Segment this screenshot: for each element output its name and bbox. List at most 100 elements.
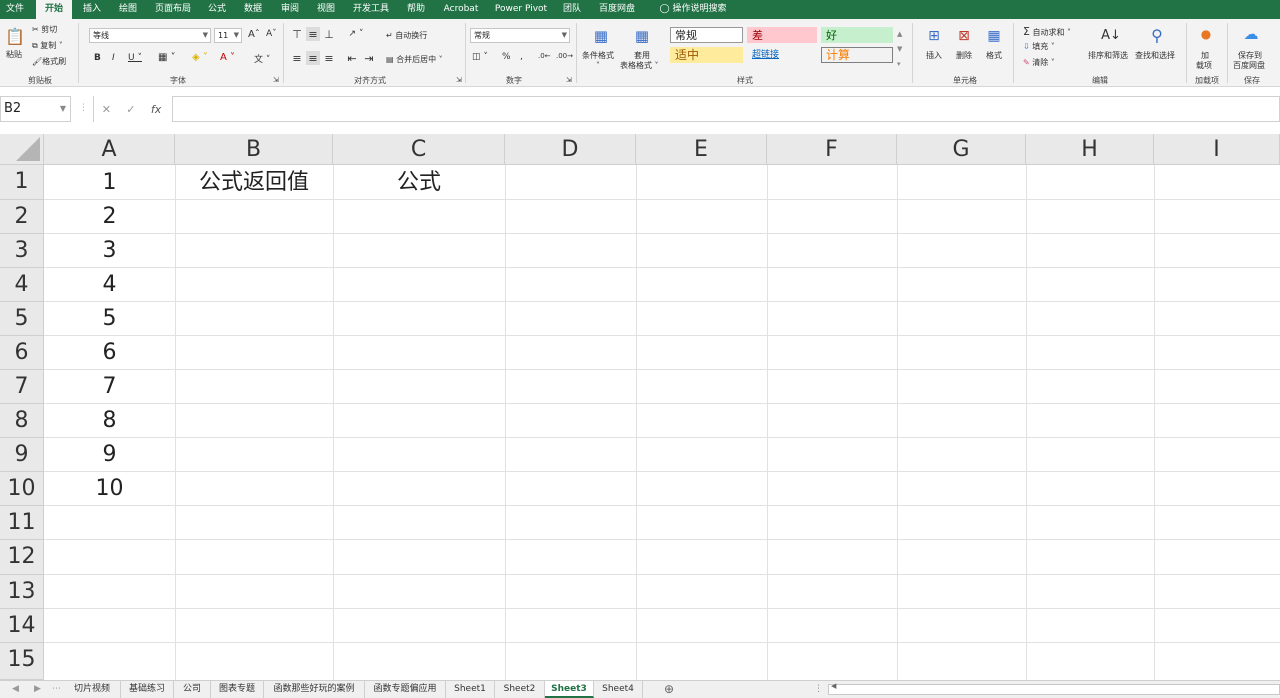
row-header-2[interactable]: 2: [0, 200, 44, 234]
comma-style-icon[interactable]: ,: [520, 52, 523, 62]
row-header-12[interactable]: 12: [0, 540, 44, 575]
increase-font-icon[interactable]: Aˆ: [248, 29, 260, 40]
column-header-h[interactable]: H: [1026, 134, 1154, 165]
enter-icon[interactable]: ✓: [126, 103, 135, 116]
row-header-7[interactable]: 7: [0, 370, 44, 404]
decrease-decimal-icon[interactable]: .00→: [556, 52, 573, 60]
sort-filter-button[interactable]: 排序和筛选: [1088, 50, 1128, 61]
name-box[interactable]: B2 ▼: [0, 96, 71, 122]
tab-developer[interactable]: 开发工具: [348, 0, 394, 19]
conditional-format-icon[interactable]: ▦: [590, 24, 612, 48]
dialog-launcher-icon[interactable]: ⇲: [566, 76, 572, 84]
row-header-9[interactable]: 9: [0, 438, 44, 472]
copy-button[interactable]: ⧉ 复制 ˅: [32, 40, 63, 51]
conditional-format-button[interactable]: 条件格式: [582, 50, 614, 61]
tab-page-layout[interactable]: 页面布局: [150, 0, 196, 19]
sheet-tab[interactable]: 函数那些好玩的案例: [264, 681, 365, 698]
style-normal[interactable]: 常规: [670, 27, 743, 43]
row-header-1[interactable]: 1: [0, 165, 44, 200]
formula-input[interactable]: [172, 96, 1280, 122]
row-header-10[interactable]: 10: [0, 472, 44, 506]
cell-c1[interactable]: 公式: [333, 166, 505, 200]
style-calculation[interactable]: 计算: [821, 47, 893, 63]
delete-cells-button[interactable]: 删除: [956, 50, 972, 61]
format-cells-icon[interactable]: ▦: [984, 24, 1004, 48]
fill-color-icon[interactable]: ◈ ˅: [192, 52, 208, 63]
italic-button[interactable]: I: [112, 53, 115, 63]
tab-view[interactable]: 视图: [312, 0, 340, 19]
tab-power-pivot[interactable]: Power Pivot: [492, 0, 550, 19]
column-header-e[interactable]: E: [636, 134, 767, 165]
align-bottom-icon[interactable]: ⊥: [322, 27, 336, 41]
tab-team[interactable]: 团队: [558, 0, 586, 19]
more-sheets-icon[interactable]: ⋯: [52, 681, 61, 698]
style-neutral[interactable]: 适中: [670, 47, 743, 63]
paste-button[interactable]: 粘贴: [6, 49, 22, 60]
decrease-indent-icon[interactable]: ⇤: [345, 51, 359, 65]
format-painter-button[interactable]: 🖌格式刷: [32, 56, 66, 67]
row-header-15[interactable]: 15: [0, 643, 44, 680]
paste-icon[interactable]: 📋: [5, 25, 25, 47]
tab-draw[interactable]: 绘图: [114, 0, 142, 19]
scroll-left-icon[interactable]: ◀: [831, 682, 836, 690]
insert-cells-button[interactable]: 插入: [926, 50, 942, 61]
cell-a5[interactable]: 5: [44, 302, 175, 336]
column-header-i[interactable]: I: [1154, 134, 1280, 165]
style-bad[interactable]: 差: [747, 27, 817, 43]
select-all-button[interactable]: [0, 134, 44, 165]
drag-handle-icon[interactable]: ⋮: [79, 103, 88, 113]
find-select-button[interactable]: 查找和选择: [1135, 50, 1175, 61]
wrap-text-button[interactable]: ↵ 自动换行: [386, 30, 427, 41]
underline-button[interactable]: U ˅: [128, 53, 142, 63]
tab-home[interactable]: 开始: [36, 0, 72, 19]
style-good[interactable]: 好: [821, 27, 893, 43]
column-header-a[interactable]: A: [44, 134, 175, 165]
insert-cells-icon[interactable]: ⊞: [924, 24, 944, 48]
decrease-font-icon[interactable]: Aˇ: [266, 29, 277, 39]
format-cells-button[interactable]: 格式: [986, 50, 1002, 61]
sheet-tab[interactable]: 函数专题偏应用: [365, 681, 446, 698]
sheet-tab[interactable]: 公司: [174, 681, 211, 698]
merge-center-button[interactable]: ▤ 合并后居中 ˅: [386, 54, 443, 65]
row-header-3[interactable]: 3: [0, 234, 44, 268]
cell-a1[interactable]: 1: [44, 166, 175, 200]
align-left-icon[interactable]: ≡: [290, 51, 304, 65]
tab-review[interactable]: 审阅: [276, 0, 304, 19]
cell-a6[interactable]: 6: [44, 336, 175, 370]
cell-a8[interactable]: 8: [44, 404, 175, 438]
dialog-launcher-icon[interactable]: ⇲: [456, 76, 462, 84]
cell-a10[interactable]: 10: [44, 472, 175, 506]
horizontal-scrollbar[interactable]: ◀: [828, 682, 1280, 695]
format-as-table-icon[interactable]: ▦: [631, 24, 653, 48]
tab-insert[interactable]: 插入: [78, 0, 106, 19]
font-color-icon[interactable]: A ˅: [220, 52, 235, 63]
sheet-tab-active[interactable]: Sheet3: [545, 681, 594, 698]
autosum-button[interactable]: Σ 自动求和 ˅: [1023, 25, 1071, 38]
function-icon[interactable]: fx: [151, 103, 161, 116]
column-header-f[interactable]: F: [767, 134, 897, 165]
clear-button[interactable]: ✎ 清除 ˅: [1023, 57, 1055, 68]
style-hyperlink[interactable]: 超链接: [747, 47, 817, 63]
align-right-icon[interactable]: ≡: [322, 51, 336, 65]
column-header-c[interactable]: C: [333, 134, 505, 165]
column-header-g[interactable]: G: [897, 134, 1026, 165]
scroll-right-icon[interactable]: ▶: [34, 681, 41, 698]
column-header-b[interactable]: B: [175, 134, 333, 165]
styles-scroll[interactable]: ▲ ▼ ▾: [897, 27, 902, 72]
tab-acrobat[interactable]: Acrobat: [438, 0, 484, 19]
cut-button[interactable]: ✂ 剪切: [32, 24, 57, 35]
sort-filter-icon[interactable]: A↓: [1100, 23, 1122, 47]
cancel-icon[interactable]: ✕: [102, 103, 111, 116]
row-header-13[interactable]: 13: [0, 575, 44, 609]
percent-style-icon[interactable]: %: [502, 52, 511, 62]
more-options-icon[interactable]: ⋮: [814, 681, 823, 698]
cell-a2[interactable]: 2: [44, 200, 175, 234]
pinyin-icon[interactable]: 文 ˅: [254, 52, 270, 65]
row-header-4[interactable]: 4: [0, 268, 44, 302]
tab-baidu-netdisk[interactable]: 百度网盘: [594, 0, 640, 19]
sheet-tab[interactable]: Sheet2: [495, 681, 545, 698]
tab-help[interactable]: 帮助: [402, 0, 430, 19]
search-icon[interactable]: ⚲: [1146, 23, 1168, 47]
borders-icon[interactable]: ▦ ˅: [158, 52, 176, 63]
fill-button[interactable]: ⇩ 填充 ˅: [1023, 41, 1055, 52]
